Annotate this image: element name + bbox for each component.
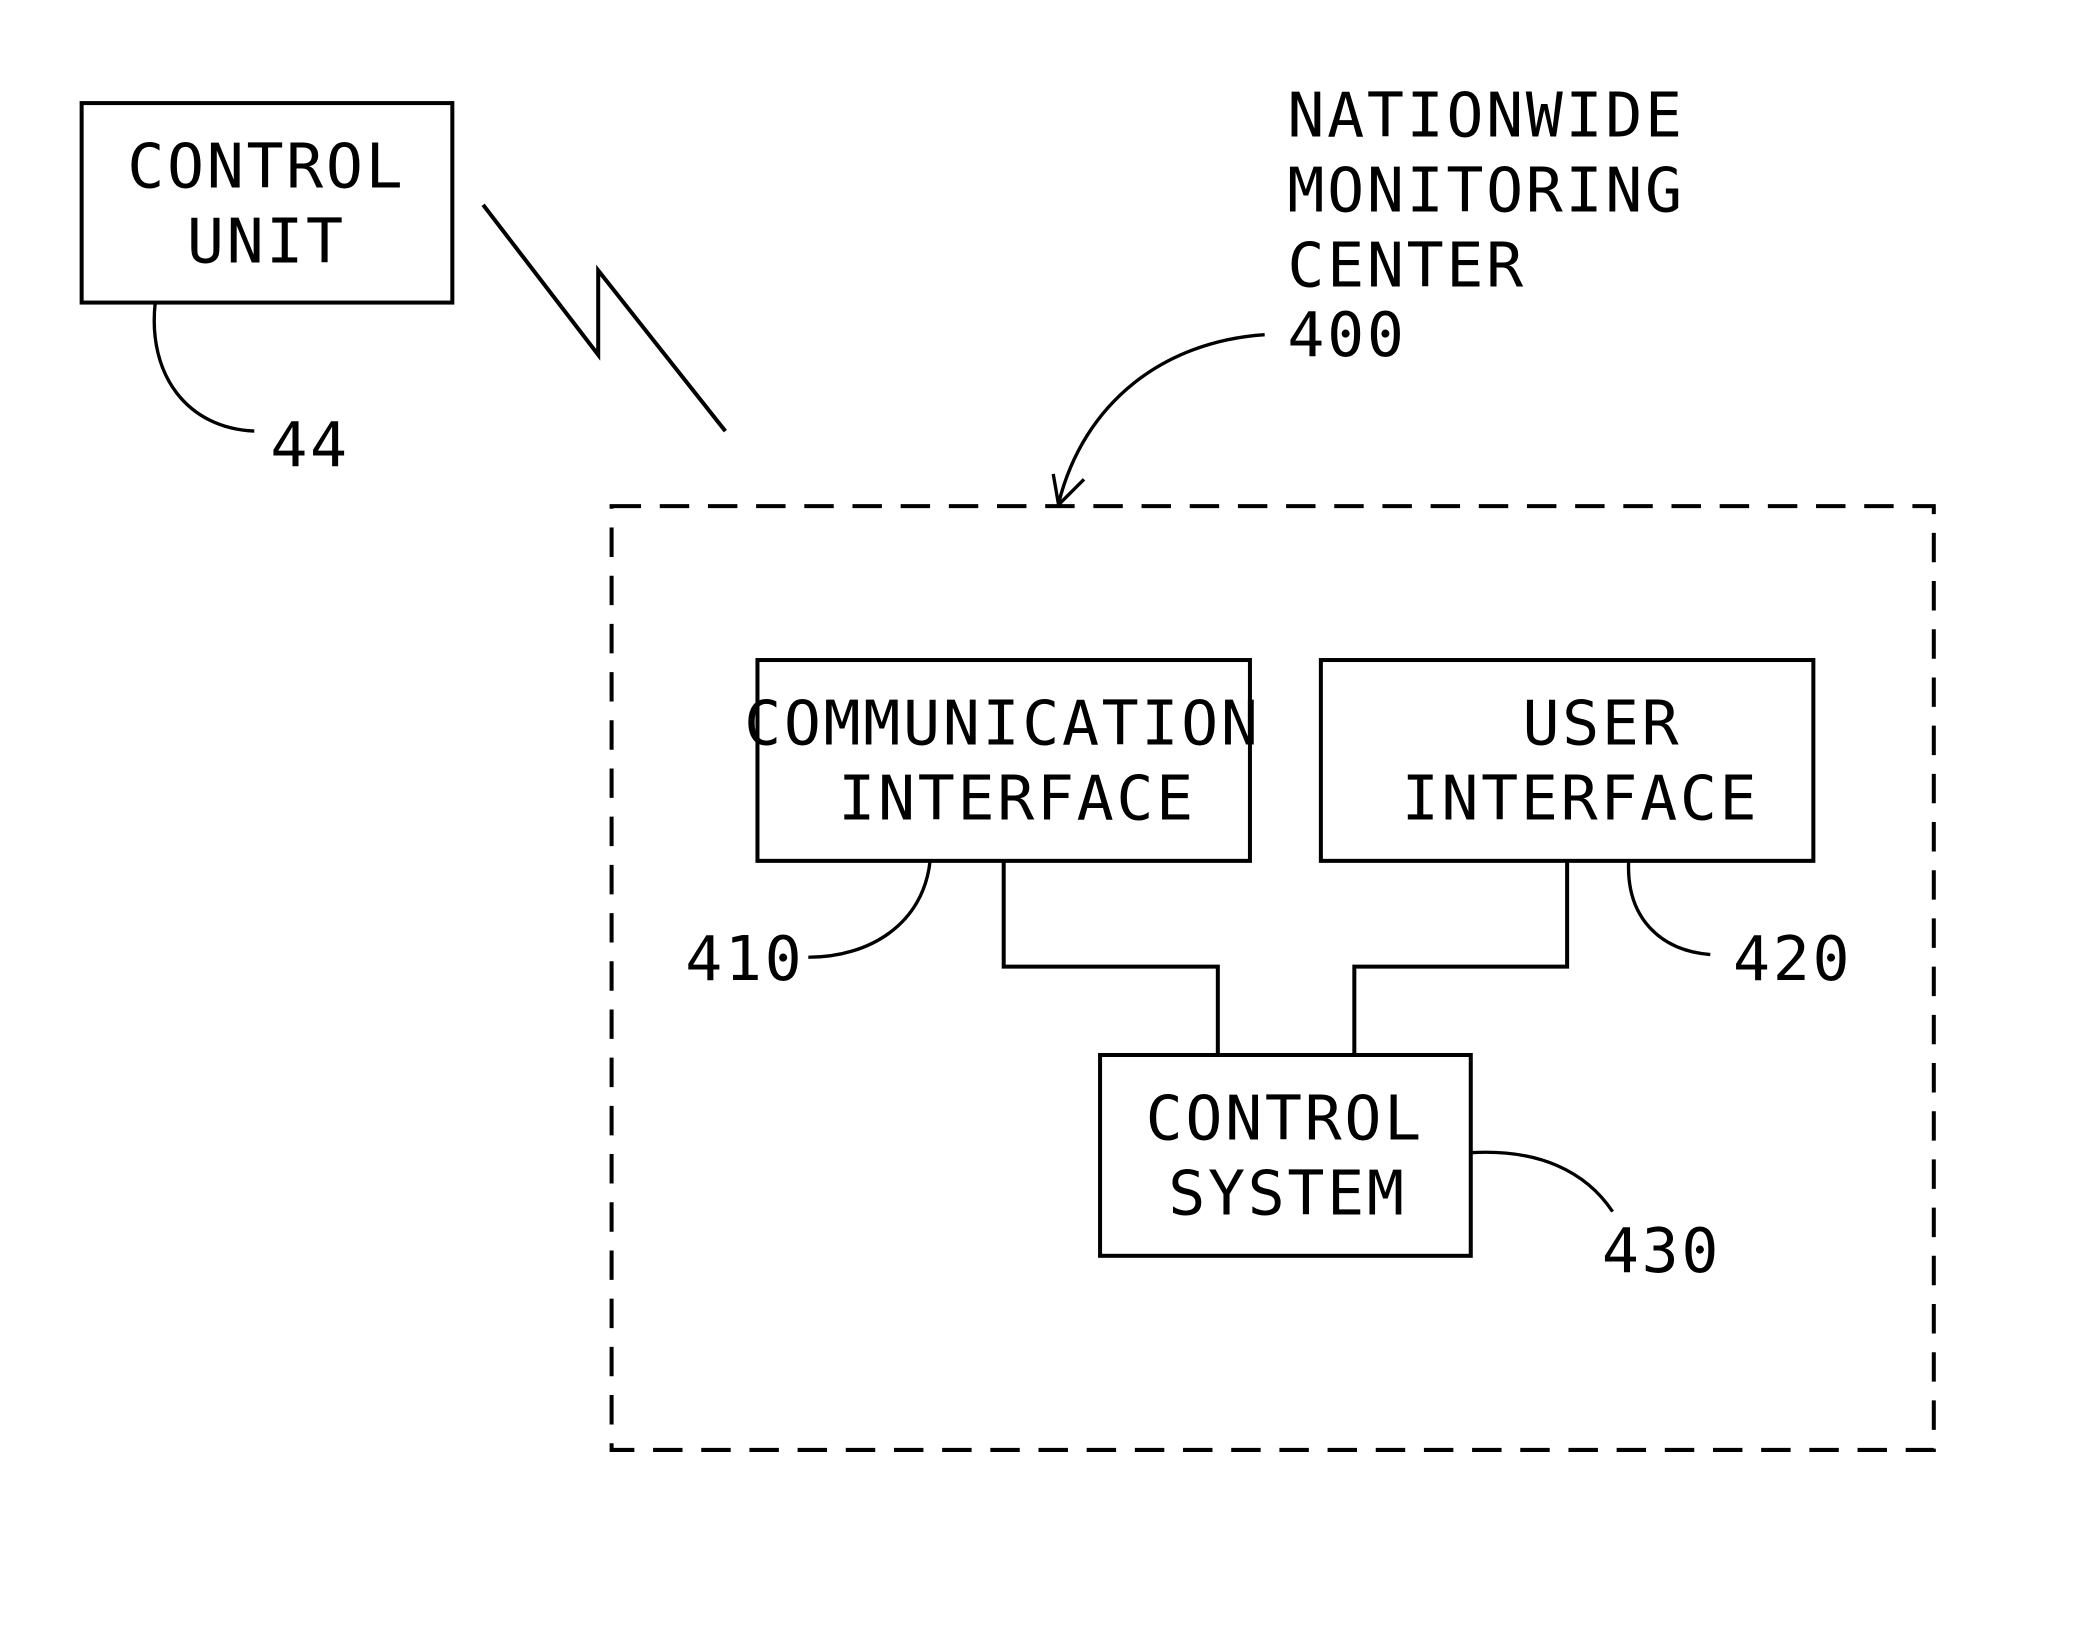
control-system-label-line-2: SYSTEM [1168, 1157, 1406, 1229]
control-unit-node: CONTROL UNIT 44 [79, 101, 455, 481]
control-system-node: CONTROL SYSTEM 430 [1098, 1052, 1721, 1287]
wireless-link-icon [481, 203, 727, 433]
monitoring-center-title: NATIONWIDE MONITORING CENTER 400 [1051, 80, 1684, 509]
user-interface-node: USER INTERFACE 420 [1318, 658, 1852, 995]
control-system-ref-number: 430 [1602, 1215, 1721, 1287]
monitoring-center-label-line-2: MONITORING [1287, 155, 1684, 227]
control-system-leader-line [1470, 1150, 1615, 1213]
communication-interface-label-line-1: COMMUNICATION [744, 687, 1261, 759]
communication-interface-ref-number: 410 [685, 923, 804, 995]
user-interface-leader-line [1626, 860, 1711, 957]
control-unit-label-line-1: CONTROL [127, 130, 405, 202]
monitoring-center-label-line-1: NATIONWIDE [1287, 80, 1684, 152]
control-unit-leader-line [152, 302, 255, 433]
control-unit-label-line-2: UNIT [187, 205, 346, 277]
wire-user-to-control [1352, 860, 1570, 1055]
user-interface-ref-number: 420 [1733, 923, 1852, 995]
diagram-canvas: CONTROL UNIT 44 NATIONWIDE MONITORING CE… [79, 80, 1936, 1452]
wire-communication-to-control [1001, 860, 1220, 1055]
user-interface-label-line-1: USER [1522, 687, 1681, 759]
monitoring-center-ref-number: 400 [1287, 299, 1406, 371]
user-interface-label-line-2: INTERFACE [1402, 762, 1760, 834]
arrowhead-icon [1051, 473, 1086, 509]
communication-interface-leader-line [808, 860, 932, 959]
communication-interface-label-line-2: INTERFACE [838, 762, 1196, 834]
monitoring-center-label-line-3: CENTER [1287, 229, 1525, 301]
communication-interface-node: COMMUNICATION INTERFACE 410 [685, 658, 1261, 995]
control-system-label-line-1: CONTROL [1146, 1082, 1424, 1154]
monitoring-center-leader-arrow [1056, 333, 1265, 504]
control-unit-ref-number: 44 [270, 409, 349, 481]
